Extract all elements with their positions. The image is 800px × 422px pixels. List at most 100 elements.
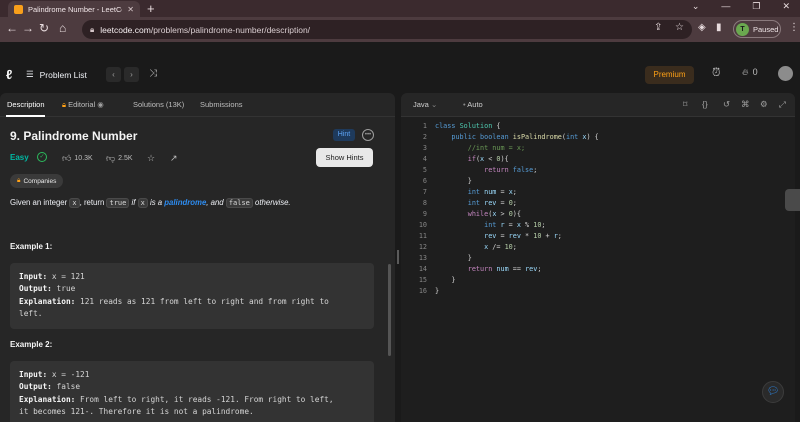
window-controls: ⌄ — ❐ ✕ bbox=[692, 1, 790, 12]
tab-close-icon[interactable]: ✕ bbox=[127, 5, 134, 14]
show-hints-button[interactable]: Show Hints bbox=[316, 148, 373, 167]
code-line: while(x > 0){ bbox=[467, 210, 521, 218]
home-icon[interactable]: ⌂ bbox=[59, 21, 66, 35]
bookmark-star-icon[interactable]: ☆ bbox=[675, 22, 684, 33]
more-options-icon[interactable]: ••• bbox=[362, 129, 374, 141]
line-number: 4 bbox=[422, 155, 427, 163]
url-text: leetcode.com/problems/palindrome-number/… bbox=[100, 24, 311, 35]
share-icon[interactable]: ⇪ bbox=[654, 22, 662, 33]
chat-help-icon[interactable]: 💬︎ bbox=[762, 381, 784, 403]
extension-icon[interactable]: ◈ bbox=[698, 22, 706, 33]
close-window-button[interactable]: ✕ bbox=[782, 1, 790, 12]
streak-counter[interactable]: 🔥︎ 0 bbox=[742, 67, 758, 78]
line-number: 13 bbox=[418, 254, 427, 262]
tab-solutions[interactable]: Solutions (13K) bbox=[133, 100, 184, 109]
tab-editorial[interactable]: 🔒︎ Editorial ◉ bbox=[62, 100, 104, 110]
user-avatar[interactable] bbox=[778, 66, 793, 81]
shuffle-icon[interactable]: ⤨ bbox=[149, 68, 157, 79]
premium-button[interactable]: Premium bbox=[645, 66, 694, 84]
example-2-box: Input: x = -121 Output: false Explanatio… bbox=[10, 361, 374, 422]
code-line: if(x < 0){ bbox=[467, 155, 509, 163]
leetcode-logo-icon[interactable]: ℓ bbox=[6, 67, 18, 82]
reset-icon[interactable]: ↺ bbox=[723, 99, 730, 110]
tab-description[interactable]: Description bbox=[7, 100, 45, 109]
problem-list-label: Problem List bbox=[39, 69, 87, 80]
streak-count: 0 bbox=[752, 67, 758, 77]
code-line: x /= 10; bbox=[484, 243, 517, 251]
line-number: 7 bbox=[422, 188, 427, 196]
resize-grip[interactable] bbox=[397, 250, 399, 264]
maximize-button[interactable]: ❐ bbox=[752, 1, 760, 12]
language-select[interactable]: Java ⌄ bbox=[413, 100, 437, 109]
line-number: 3 bbox=[422, 144, 427, 152]
fire-icon: 🔥︎ bbox=[742, 67, 749, 77]
prev-problem-button[interactable]: ‹ bbox=[106, 67, 121, 82]
dislike-button[interactable]: 👎︎ 2.5K bbox=[106, 153, 133, 164]
forward-arrow-icon[interactable]: → bbox=[22, 21, 34, 35]
code-panel: Java ⌄ • Auto ⌑ {} ↺ ⌘ ⚙ ⤢ 1 2 3 4 5 6 7… bbox=[401, 93, 795, 422]
side-panel-tab[interactable] bbox=[785, 189, 800, 211]
palindrome-link[interactable]: palindrome bbox=[164, 198, 206, 207]
leetcode-header: ℓ ☰ Problem List ‹ › ⤨ Premium ⏰︎ 🔥︎ 0 bbox=[0, 60, 800, 90]
shortcut-icon[interactable]: ⌘ bbox=[741, 99, 750, 110]
code-line: int rev = 0; bbox=[467, 199, 517, 207]
editor-toolbar: Java ⌄ • Auto ⌑ {} ↺ ⌘ ⚙ ⤢ bbox=[401, 93, 795, 117]
line-number: 10 bbox=[418, 221, 427, 229]
code-line: } bbox=[435, 276, 456, 284]
new-tab-button[interactable]: + bbox=[147, 1, 155, 16]
minimize-button[interactable]: — bbox=[721, 1, 730, 12]
like-button[interactable]: 👍︎ 10.3K bbox=[62, 153, 93, 164]
problem-list-link[interactable]: ☰ Problem List bbox=[26, 69, 87, 80]
line-number: 2 bbox=[422, 133, 427, 141]
thumbs-down-icon: 👎︎ bbox=[106, 153, 116, 163]
code-format-icon[interactable]: {} bbox=[702, 99, 708, 109]
lock-icon: 🔒︎ bbox=[17, 177, 21, 184]
profile-status: Paused bbox=[753, 24, 779, 34]
auto-mode-toggle[interactable]: • Auto bbox=[463, 100, 483, 109]
line-number: 8 bbox=[422, 199, 427, 207]
menu-dots-icon[interactable]: ⋮ bbox=[789, 22, 799, 33]
hint-badge[interactable]: Hint bbox=[333, 129, 355, 141]
lock-icon[interactable]: 🔒︎ bbox=[90, 25, 94, 35]
code-line: return num == rev; bbox=[467, 265, 542, 273]
back-arrow-icon[interactable]: ← bbox=[6, 21, 18, 35]
solved-check-icon: ✓ bbox=[37, 152, 47, 162]
share-icon: ↗ bbox=[170, 153, 178, 163]
code-line: } bbox=[435, 177, 472, 185]
address-bar[interactable]: 🔒︎ leetcode.com/problems/palindrome-numb… bbox=[82, 20, 692, 39]
problem-title[interactable]: 9. Palindrome Number bbox=[10, 129, 137, 143]
list-icon: ☰ bbox=[26, 69, 34, 79]
description-panel: Description 🔒︎ Editorial ◉ Solutions (13… bbox=[0, 93, 395, 422]
tab-search-icon[interactable]: ⌄ bbox=[692, 1, 700, 12]
page-top-strip bbox=[0, 42, 800, 60]
difficulty-label: Easy bbox=[10, 153, 29, 162]
reload-icon[interactable]: ↻ bbox=[39, 21, 49, 35]
code-line: } bbox=[435, 254, 472, 262]
line-number: 14 bbox=[418, 265, 427, 273]
browser-tab[interactable]: Palindrome Number - LeetCode ✕ bbox=[8, 1, 140, 17]
tab-editorial-label: Editorial bbox=[68, 100, 96, 109]
tab-submissions[interactable]: Submissions bbox=[200, 100, 243, 109]
code-line: class Solution { bbox=[435, 122, 501, 130]
code-line: int num = x; bbox=[467, 188, 517, 196]
code-line: } bbox=[435, 287, 440, 295]
star-icon: ☆ bbox=[147, 153, 156, 163]
active-tab-indicator bbox=[6, 115, 45, 117]
left-panel-scrollbar[interactable] bbox=[388, 264, 391, 356]
bookmark-icon[interactable]: ⌑ bbox=[683, 99, 687, 110]
sidebar-icon[interactable]: ▮ bbox=[716, 22, 722, 33]
code-line: //int num = x; bbox=[467, 144, 526, 152]
share-button[interactable]: ↗ bbox=[170, 153, 178, 164]
fullscreen-icon[interactable]: ⤢ bbox=[779, 99, 786, 110]
settings-gear-icon[interactable]: ⚙ bbox=[760, 99, 768, 110]
next-problem-button[interactable]: › bbox=[124, 67, 139, 82]
code-line: public boolean isPalindrome(int x) { bbox=[451, 133, 599, 141]
code-editor[interactable]: 1 2 3 4 5 6 7 8 9 10 11 12 13 14 15 16 c… bbox=[401, 118, 795, 422]
companies-tag[interactable]: 🔒︎ Companies bbox=[10, 174, 64, 188]
favorite-button[interactable]: ☆ bbox=[147, 153, 155, 164]
thumbs-up-icon: 👍︎ bbox=[62, 153, 72, 163]
line-number: 5 bbox=[422, 166, 427, 174]
profile-button[interactable]: T Paused bbox=[733, 20, 781, 38]
description-tabs: Description 🔒︎ Editorial ◉ Solutions (13… bbox=[0, 93, 395, 117]
alarm-clock-icon[interactable]: ⏰︎ bbox=[712, 67, 721, 80]
